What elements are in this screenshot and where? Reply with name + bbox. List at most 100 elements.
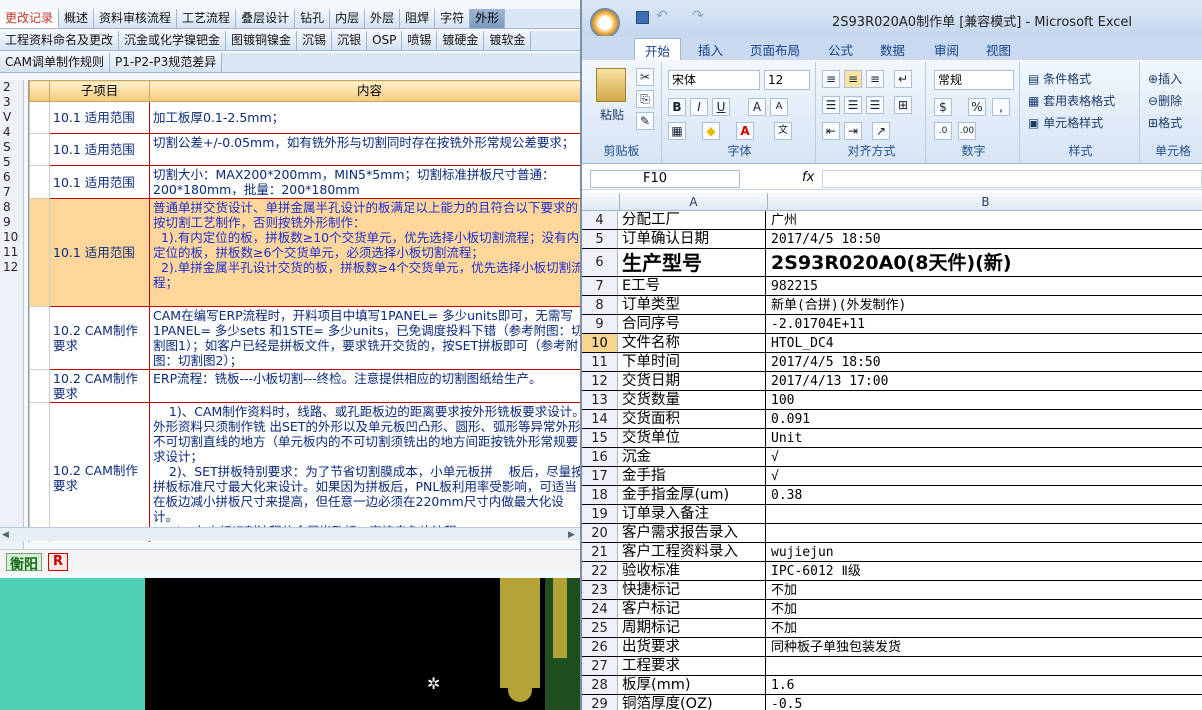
cell-a[interactable]: 文件名称 [620, 334, 766, 352]
save-icon[interactable] [636, 11, 649, 24]
comma-icon[interactable]: , [992, 98, 1010, 116]
cell-a[interactable]: 订单确认日期 [620, 230, 766, 248]
cell-a[interactable]: 交货面积 [620, 410, 766, 428]
content-cell[interactable]: 加工板厚0.1-2.5mm； [149, 101, 580, 134]
row-header[interactable]: 25 [582, 619, 618, 637]
row-header[interactable]: 22 [582, 562, 618, 580]
row-header[interactable]: 21 [582, 543, 618, 561]
row-header[interactable]: 9 [582, 315, 618, 333]
tab-inner[interactable]: 内层 [330, 9, 366, 28]
format-painter-icon[interactable]: ✎ [636, 112, 654, 130]
cell-b[interactable]: 100 [768, 391, 1202, 409]
cell-a[interactable]: 订单录入备注 [620, 505, 766, 523]
format-as-table-button[interactable]: ▦ 套用表格格式 [1028, 92, 1115, 109]
phonetic-icon[interactable]: 文 [774, 122, 792, 140]
cell-b[interactable]: 0.091 [768, 410, 1202, 428]
col-header-sub[interactable]: 子项目 [49, 80, 150, 102]
scroll-left-icon[interactable]: ◀ [2, 530, 12, 540]
paste-button[interactable]: 粘贴 [600, 106, 624, 123]
increase-indent-icon[interactable]: ⇥ [844, 122, 862, 140]
cell-a[interactable]: E工号 [620, 277, 766, 295]
cell-b[interactable]: IPC-6012 Ⅱ级 [768, 562, 1202, 580]
row-header[interactable]: 13 [582, 391, 618, 409]
row-header[interactable]: 7 [582, 277, 618, 295]
underline-icon[interactable]: U [712, 98, 730, 116]
cell-b[interactable]: 不加 [768, 619, 1202, 637]
row-header[interactable]: 10 [582, 334, 618, 352]
cell-a[interactable]: 下单时间 [620, 353, 766, 371]
cell-b[interactable]: HTOL_DC4 [768, 334, 1202, 352]
row-header[interactable]: 12 [582, 372, 618, 390]
row-header[interactable]: 29 [582, 695, 618, 710]
delete-button[interactable]: ⊖删除 [1148, 92, 1182, 109]
number-format-select[interactable]: 常规 [934, 70, 1014, 90]
align-top-icon[interactable]: ≡ [822, 70, 840, 88]
redo-icon[interactable]: ↷ [692, 8, 704, 24]
cell-b[interactable]: 同种板子单独包装发货 [768, 638, 1202, 656]
undo-icon[interactable]: ↶ [656, 8, 668, 24]
cell-a[interactable]: 工程要求 [620, 657, 766, 675]
cell-a[interactable]: 交货日期 [620, 372, 766, 390]
cell-b[interactable]: 1.6 [768, 676, 1202, 694]
tab-drill[interactable]: 钻孔 [295, 9, 331, 28]
cell-a[interactable]: 订单类型 [620, 296, 766, 314]
row-header[interactable]: 18 [582, 486, 618, 504]
cell-a[interactable]: 金手指金厚(um) [620, 486, 766, 504]
tab-hasl[interactable]: 喷锡 [402, 31, 438, 50]
insert-function-icon[interactable]: fx [802, 170, 822, 188]
cad-viewport[interactable]: ✲ [0, 578, 580, 710]
row-header[interactable]: 28 [582, 676, 618, 694]
italic-icon[interactable]: I [690, 98, 708, 116]
cell-b[interactable]: 不加 [768, 581, 1202, 599]
merge-center-icon[interactable]: ⊞ [894, 96, 912, 114]
row-header[interactable]: 24 [582, 600, 618, 618]
row-header[interactable]: 8 [582, 296, 618, 314]
sub-item-cell[interactable]: 10.1 适用范围 [49, 101, 150, 134]
cell-b[interactable]: 982215 [768, 277, 1202, 295]
col-header-a[interactable]: A [620, 193, 768, 211]
tab-hard-gold[interactable]: 镀硬金 [437, 31, 485, 50]
tab-change-log[interactable]: 更改记录 [0, 9, 60, 28]
decrease-decimal-icon[interactable]: .00 [958, 122, 976, 140]
tab-plating[interactable]: 图镀铜镍金 [226, 31, 298, 50]
row-header[interactable]: 11 [582, 353, 618, 371]
tab-profile[interactable]: 外形 [470, 9, 506, 28]
tab-soft-gold[interactable]: 镀软金 [484, 31, 532, 50]
formula-input[interactable] [822, 170, 1202, 188]
cell-a[interactable]: 铜箔厚度(OZ) [620, 695, 766, 710]
decrease-indent-icon[interactable]: ⇤ [822, 122, 840, 140]
tab-home[interactable]: 开始 [634, 38, 682, 60]
increase-decimal-icon[interactable]: .0 [934, 122, 952, 140]
tab-process-flow[interactable]: 工艺流程 [177, 9, 237, 28]
percent-icon[interactable]: % [968, 98, 986, 116]
tab-legend[interactable]: 字符 [435, 9, 471, 28]
row-header[interactable]: 17 [582, 467, 618, 485]
cell-a[interactable]: 生产型号 [620, 249, 766, 276]
row-header[interactable]: 26 [582, 638, 618, 656]
row-header[interactable]: 19 [582, 505, 618, 523]
align-left-icon[interactable]: ☰ [822, 96, 840, 114]
tab-review[interactable]: 审阅 [934, 40, 959, 59]
row-header[interactable]: 14 [582, 410, 618, 428]
row-header[interactable]: 23 [582, 581, 618, 599]
tab-data[interactable]: 数据 [880, 40, 905, 59]
name-box[interactable]: F10 [590, 170, 740, 188]
row-header[interactable]: 20 [582, 524, 618, 542]
col-header-content[interactable]: 内容 [149, 80, 580, 102]
row-header[interactable]: 5 [582, 230, 618, 248]
sub-item-cell[interactable]: 10.1 适用范围 [49, 165, 150, 199]
wrap-text-icon[interactable]: ↵ [894, 70, 912, 88]
cut-icon[interactable]: ✂ [636, 68, 654, 86]
bold-icon[interactable]: B [668, 98, 686, 116]
tab-enig[interactable]: 沉金或化学镍钯金 [119, 31, 227, 50]
cell-a[interactable]: 周期标记 [620, 619, 766, 637]
select-all-corner[interactable] [582, 193, 620, 211]
row-header[interactable]: 16 [582, 448, 618, 466]
content-cell[interactable]: 普通单拼交货设计、单拼金属半孔设计的板满足以上能力的且符合以下要求的按切割工艺制… [149, 198, 580, 307]
grow-font-icon[interactable]: A [748, 98, 766, 116]
cell-a[interactable]: 金手指 [620, 467, 766, 485]
cell-a[interactable]: 验收标准 [620, 562, 766, 580]
paste-icon[interactable] [596, 68, 626, 102]
cell-b[interactable]: 广州 [768, 211, 1202, 229]
cell-b[interactable]: 0.38 [768, 486, 1202, 504]
